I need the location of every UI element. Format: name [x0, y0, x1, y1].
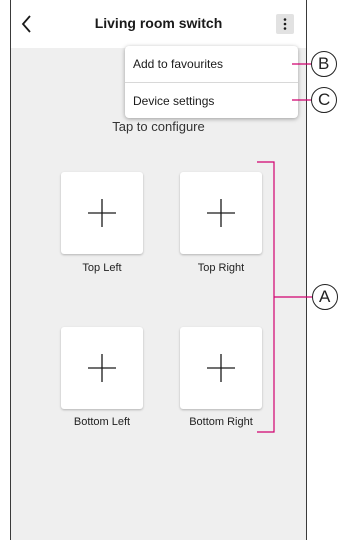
button-label-top-left: Top Left — [82, 262, 122, 274]
button-label-bottom-left: Bottom Left — [73, 416, 131, 428]
button-label-top-right: Top Right — [197, 262, 245, 274]
plus-icon — [88, 199, 116, 227]
more-options-button[interactable] — [276, 14, 294, 34]
callout-c-label: C — [318, 90, 331, 109]
callout-a-label: A — [319, 287, 331, 306]
button-label-bottom-right: Bottom Right — [189, 416, 253, 428]
plus-icon — [207, 354, 235, 382]
plus-icon — [88, 354, 116, 382]
button-top-right[interactable] — [180, 172, 262, 254]
button-bottom-left[interactable] — [61, 327, 143, 409]
menu-item-device-settings[interactable]: Device settings — [125, 82, 298, 118]
menu-item-add-to-favourites[interactable]: Add to favourites — [125, 46, 298, 82]
configure-hint: Tap to configure — [112, 119, 205, 134]
button-bottom-right[interactable] — [180, 327, 262, 409]
more-vertical-icon — [283, 18, 287, 30]
button-top-left[interactable] — [61, 172, 143, 254]
callout-b-label: B — [318, 54, 330, 73]
overflow-menu: Add to favourites Device settings — [125, 46, 298, 118]
page-title: Living room switch — [94, 15, 223, 31]
plus-icon — [207, 199, 235, 227]
app-screen: Living room switch Tap to configure Top … — [10, 0, 307, 540]
app-header: Living room switch — [11, 0, 306, 48]
